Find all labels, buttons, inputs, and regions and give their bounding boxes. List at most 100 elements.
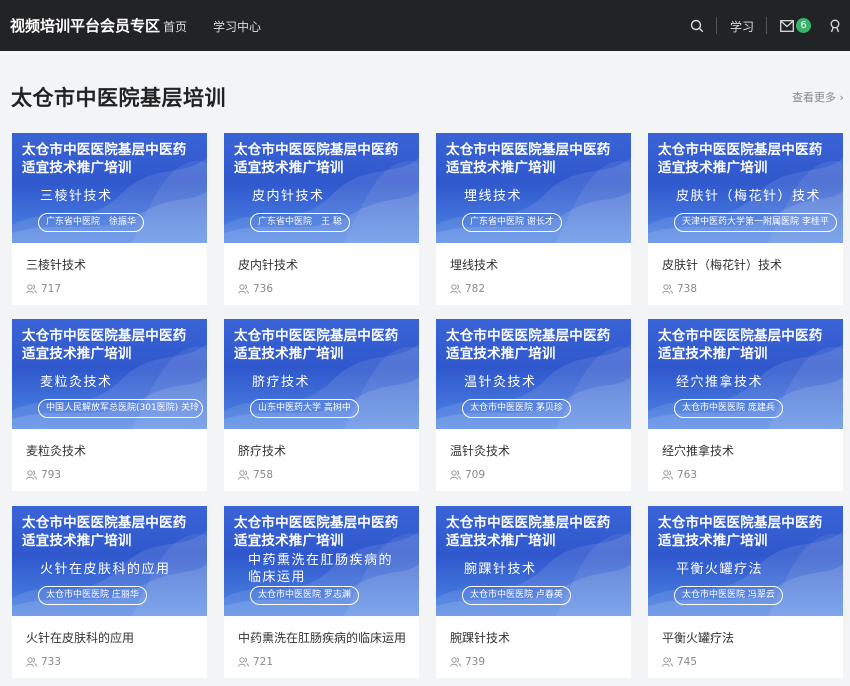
view-count-number: 745: [677, 656, 698, 668]
course-thumbnail[interactable]: 太仓市中医医院基层中医药 适宜技术推广培训 中药熏洗在肛肠疾病的 临床运用 太仓…: [224, 506, 419, 616]
banner-subtitle: 皮肤针（梅花针）技术: [676, 185, 821, 204]
banner-heading: 太仓市中医医院基层中医药 适宜技术推广培训: [446, 514, 610, 550]
nav-study[interactable]: 学习: [730, 18, 754, 35]
site-brand[interactable]: 视频培训平台会员专区: [10, 15, 160, 36]
banner-heading-line2: 适宜技术推广培训: [446, 346, 556, 362]
course-title[interactable]: 火针在皮肤科的应用: [26, 629, 134, 646]
banner-subtitle: 平衡火罐疗法: [676, 558, 763, 577]
banner-instructor-pill: 山东中医药大学 高树中: [250, 399, 359, 418]
mail-icon[interactable]: [780, 20, 794, 32]
view-count-number: 739: [465, 656, 486, 668]
banner-instructor-pill: 太仓市中医医院 庄丽华: [38, 586, 147, 605]
course-thumbnail[interactable]: 太仓市中医医院基层中医药 适宜技术推广培训 麦粒灸技术 中国人民解放军总医院(3…: [12, 319, 207, 429]
course-title[interactable]: 腕踝针技术: [450, 629, 510, 646]
view-count: 709: [450, 469, 485, 481]
banner-subtitle-line1: 火针在皮肤科的应用: [40, 562, 171, 577]
banner-heading: 太仓市中医医院基层中医药 适宜技术推广培训: [234, 141, 398, 177]
course-thumbnail[interactable]: 太仓市中医医院基层中医药 适宜技术推广培训 腕踝针技术 太仓市中医医院 卢春英: [436, 506, 631, 616]
course-title[interactable]: 皮肤针（梅花针）技术: [662, 256, 782, 273]
course-card[interactable]: 太仓市中医医院基层中医药 适宜技术推广培训 腕踝针技术 太仓市中医医院 卢春英 …: [436, 506, 631, 678]
course-thumbnail[interactable]: 太仓市中医医院基层中医药 适宜技术推广培训 三棱针技术 广东省中医院 徐振华: [12, 133, 207, 243]
course-card[interactable]: 太仓市中医医院基层中医药 适宜技术推广培训 皮肤针（梅花针）技术 天津中医药大学…: [648, 133, 843, 305]
banner-subtitle-line1: 腕踝针技术: [464, 562, 537, 577]
banner-subtitle-line1: 埋线技术: [464, 189, 523, 204]
banner-heading-line2: 适宜技术推广培训: [234, 346, 344, 362]
course-card[interactable]: 太仓市中医医院基层中医药 适宜技术推广培训 脐疗技术 山东中医药大学 高树中 脐…: [224, 319, 419, 491]
viewers-icon: [238, 284, 249, 294]
user-icon[interactable]: [829, 19, 841, 33]
view-count-number: 793: [41, 469, 62, 481]
course-card[interactable]: 太仓市中医医院基层中医药 适宜技术推广培训 麦粒灸技术 中国人民解放军总医院(3…: [12, 319, 207, 491]
course-thumbnail[interactable]: 太仓市中医医院基层中医药 适宜技术推广培训 皮肤针（梅花针）技术 天津中医药大学…: [648, 133, 843, 243]
banner-instructor-pill: 中国人民解放军总医院(301医院) 关玲: [38, 399, 203, 418]
course-thumbnail[interactable]: 太仓市中医医院基层中医药 适宜技术推广培训 火针在皮肤科的应用 太仓市中医医院 …: [12, 506, 207, 616]
course-title[interactable]: 脐疗技术: [238, 442, 286, 459]
course-title[interactable]: 皮内针技术: [238, 256, 298, 273]
banner-heading-line1: 太仓市中医医院基层中医药: [658, 515, 823, 531]
banner-instructor-pill: 广东省中医院 谢长才: [462, 213, 562, 232]
banner-heading-line1: 太仓市中医医院基层中医药: [446, 328, 611, 344]
course-thumbnail[interactable]: 太仓市中医医院基层中医药 适宜技术推广培训 温针灸技术 太仓市中医医院 茅贝珍: [436, 319, 631, 429]
viewers-icon: [238, 657, 249, 667]
viewers-icon: [26, 284, 37, 294]
nav-home[interactable]: 首页: [163, 18, 187, 35]
banner-heading: 太仓市中医医院基层中医药 适宜技术推广培训: [658, 141, 822, 177]
banner-heading-line2: 适宜技术推广培训: [658, 160, 768, 176]
course-title[interactable]: 温针灸技术: [450, 442, 510, 459]
viewers-icon: [450, 657, 461, 667]
course-card[interactable]: 太仓市中医医院基层中医药 适宜技术推广培训 中药熏洗在肛肠疾病的 临床运用 太仓…: [224, 506, 419, 678]
viewers-icon: [662, 657, 673, 667]
banner-subtitle: 埋线技术: [464, 185, 522, 204]
banner-heading: 太仓市中医医院基层中医药 适宜技术推广培训: [22, 327, 186, 363]
search-icon[interactable]: [690, 19, 704, 33]
course-card[interactable]: 太仓市中医医院基层中医药 适宜技术推广培训 埋线技术 广东省中医院 谢长才 埋线…: [436, 133, 631, 305]
view-count-number: 721: [253, 656, 274, 668]
course-thumbnail[interactable]: 太仓市中医医院基层中医药 适宜技术推广培训 脐疗技术 山东中医药大学 高树中: [224, 319, 419, 429]
banner-heading: 太仓市中医医院基层中医药 适宜技术推广培训: [22, 141, 186, 177]
section-title: 太仓市中医院基层培训: [11, 86, 226, 110]
course-thumbnail[interactable]: 太仓市中医医院基层中医药 适宜技术推广培训 埋线技术 广东省中医院 谢长才: [436, 133, 631, 243]
course-card[interactable]: 太仓市中医医院基层中医药 适宜技术推广培训 火针在皮肤科的应用 太仓市中医医院 …: [12, 506, 207, 678]
view-count-number: 709: [465, 469, 486, 481]
view-count: 738: [662, 283, 697, 295]
banner-instructor-pill: 太仓市中医医院 卢春英: [462, 586, 571, 605]
course-card[interactable]: 太仓市中医医院基层中医药 适宜技术推广培训 平衡火罐疗法 太仓市中医医院 冯翠云…: [648, 506, 843, 678]
course-title[interactable]: 埋线技术: [450, 256, 498, 273]
viewers-icon: [662, 470, 673, 480]
banner-subtitle-line2: 临床运用: [248, 570, 307, 585]
banner-instructor-pill: 广东省中医院 王 聪: [250, 213, 350, 232]
banner-heading-line1: 太仓市中医医院基层中医药: [658, 328, 823, 344]
banner-heading-line1: 太仓市中医医院基层中医药: [234, 142, 399, 158]
course-title[interactable]: 中药熏洗在肛肠疾病的临床运用: [238, 629, 406, 646]
banner-subtitle-line1: 温针灸技术: [464, 375, 537, 390]
view-count: 758: [238, 469, 273, 481]
course-card[interactable]: 太仓市中医医院基层中医药 适宜技术推广培训 三棱针技术 广东省中医院 徐振华 三…: [12, 133, 207, 305]
course-title[interactable]: 麦粒灸技术: [26, 442, 86, 459]
course-card[interactable]: 太仓市中医医院基层中医药 适宜技术推广培训 温针灸技术 太仓市中医医院 茅贝珍 …: [436, 319, 631, 491]
course-thumbnail[interactable]: 太仓市中医医院基层中医药 适宜技术推广培训 平衡火罐疗法 太仓市中医医院 冯翠云: [648, 506, 843, 616]
banner-heading-line1: 太仓市中医医院基层中医药: [658, 142, 823, 158]
view-count-number: 733: [41, 656, 62, 668]
course-card[interactable]: 太仓市中医医院基层中医药 适宜技术推广培训 皮内针技术 广东省中医院 王 聪 皮…: [224, 133, 419, 305]
banner-heading-line2: 适宜技术推广培训: [234, 160, 344, 176]
view-count: 745: [662, 656, 697, 668]
banner-subtitle-line1: 皮肤针（梅花针）技术: [676, 189, 822, 204]
course-thumbnail[interactable]: 太仓市中医医院基层中医药 适宜技术推广培训 皮内针技术 广东省中医院 王 聪: [224, 133, 419, 243]
view-count-number: 763: [677, 469, 698, 481]
course-title[interactable]: 经穴推拿技术: [662, 442, 734, 459]
course-thumbnail[interactable]: 太仓市中医医院基层中医药 适宜技术推广培训 经穴推拿技术 太仓市中医医院 庞建兵: [648, 319, 843, 429]
view-count: 782: [450, 283, 485, 295]
banner-heading-line1: 太仓市中医医院基层中医药: [22, 142, 187, 158]
course-title[interactable]: 三棱针技术: [26, 256, 86, 273]
banner-heading-line2: 适宜技术推广培训: [446, 160, 556, 176]
banner-subtitle: 经穴推拿技术: [676, 371, 763, 390]
view-count: 717: [26, 283, 61, 295]
course-title[interactable]: 平衡火罐疗法: [662, 629, 734, 646]
mail-count-badge: 6: [796, 18, 811, 33]
banner-heading-line2: 适宜技术推广培训: [234, 533, 344, 549]
view-count-number: 758: [253, 469, 274, 481]
nav-learning-center[interactable]: 学习中心: [213, 18, 261, 35]
course-card[interactable]: 太仓市中医医院基层中医药 适宜技术推广培训 经穴推拿技术 太仓市中医医院 庞建兵…: [648, 319, 843, 491]
nav-divider: [766, 17, 767, 34]
view-more-link[interactable]: 查看更多 ›: [792, 89, 844, 105]
